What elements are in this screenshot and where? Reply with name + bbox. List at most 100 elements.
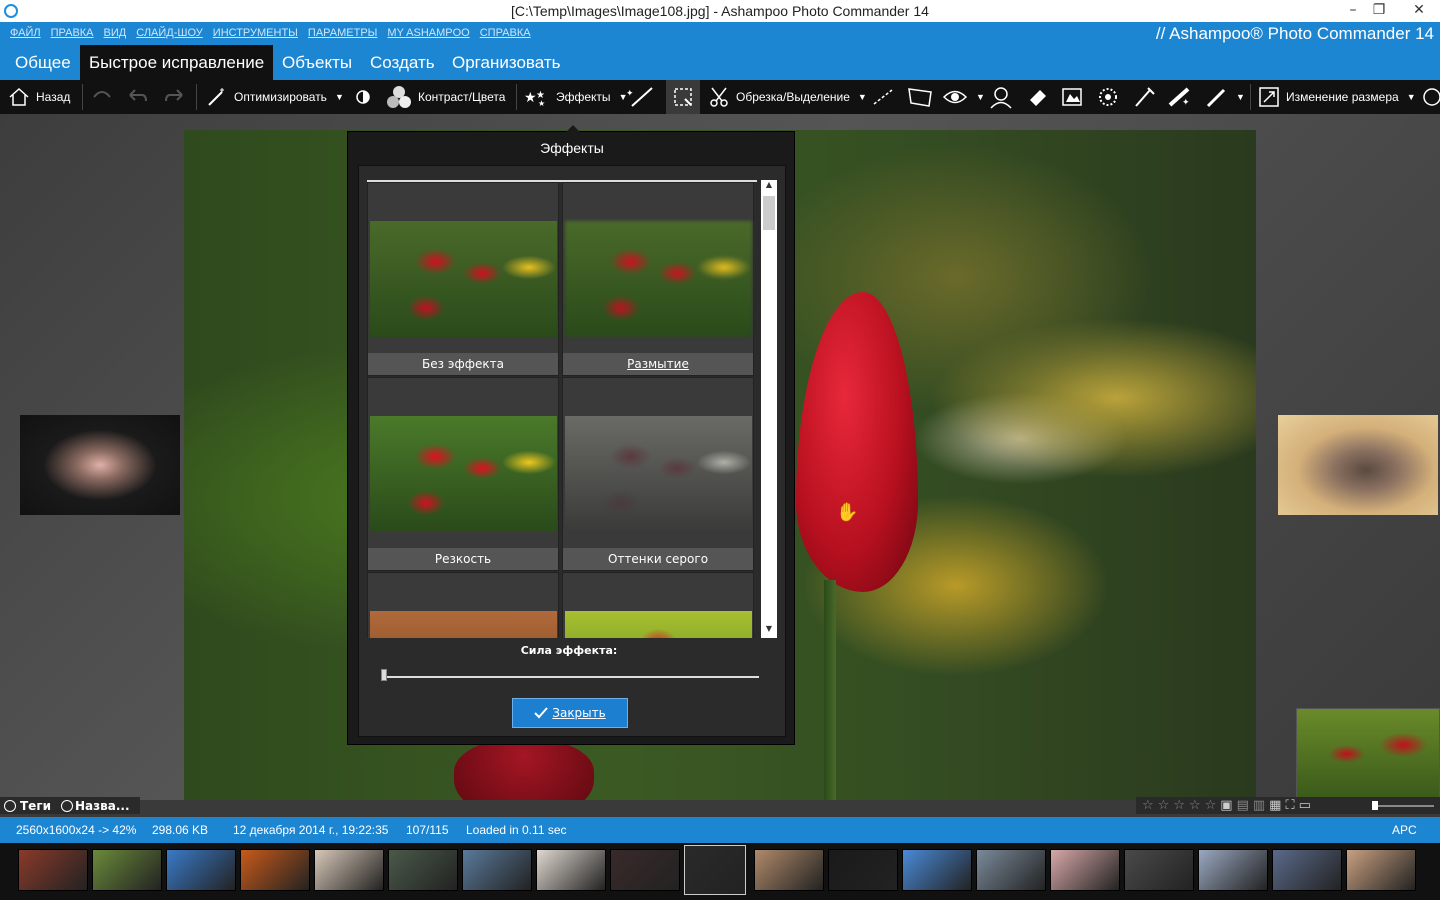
strength-slider[interactable] xyxy=(383,676,759,678)
red-eye-button[interactable]: ▼ xyxy=(942,80,985,114)
zoom-slider-knob[interactable] xyxy=(1372,801,1378,810)
scrollbar-thumb[interactable] xyxy=(763,196,775,230)
contrast-colors-button[interactable]: Контраст/Цвета xyxy=(386,80,505,114)
eraser-icon xyxy=(1030,90,1046,106)
crop-selection-button[interactable]: Обрезка/Выделение ▼ xyxy=(708,80,867,114)
tab-objects[interactable]: Объекты xyxy=(273,45,361,80)
filmstrip-thumb[interactable] xyxy=(1272,849,1342,891)
eraser-button[interactable] xyxy=(1026,80,1048,114)
menu-help[interactable]: СПРАВКА xyxy=(480,27,531,39)
optimize-button[interactable]: Оптимизировать ▼ xyxy=(206,80,344,114)
effect-tile-none[interactable]: Без эффекта xyxy=(367,182,559,376)
status-apc[interactable]: APC xyxy=(1392,823,1417,837)
chevron-down-icon: ▼ xyxy=(976,92,985,102)
filmstrip-thumb[interactable] xyxy=(462,849,532,891)
effects-button[interactable]: ★ ★ ★ Эффекты ▼ xyxy=(524,80,627,114)
undo-button[interactable] xyxy=(126,80,150,114)
stamp-button[interactable] xyxy=(1060,80,1084,114)
effect-tile-vivid[interactable] xyxy=(562,572,754,638)
star-3-icon[interactable]: ☆ xyxy=(1173,798,1185,813)
restore-icon[interactable]: ❐ xyxy=(1364,0,1394,22)
menu-edit[interactable]: ПРАВКА xyxy=(51,27,94,39)
status-dimensions: 2560x1600x24 -> 42% xyxy=(16,823,137,837)
resize-button[interactable]: Изменение размера ▼ xyxy=(1258,80,1416,114)
tags-label[interactable]: Теги xyxy=(20,799,51,813)
previous-image-thumbnail[interactable] xyxy=(20,415,180,515)
strength-slider-knob[interactable] xyxy=(381,669,387,681)
color-splash-button[interactable] xyxy=(1096,80,1120,114)
perspective-button[interactable] xyxy=(906,80,934,114)
tags-radio[interactable] xyxy=(4,799,16,812)
healing-button[interactable]: ✦ xyxy=(1166,80,1194,114)
menu-bar: ФАЙЛ ПРАВКА ВИД СЛАЙД-ШОУ ИНСТРУМЕНТЫ ПА… xyxy=(0,22,1440,45)
magic-brush-button[interactable]: ✦ xyxy=(626,80,654,114)
effect-tile-sharpen[interactable]: Резкость xyxy=(367,377,559,571)
brightness-button[interactable] xyxy=(352,80,374,114)
menu-file[interactable]: ФАЙЛ xyxy=(10,27,41,39)
back-button[interactable]: Назад xyxy=(8,80,70,114)
filmstrip-thumb[interactable] xyxy=(1124,849,1194,891)
name-label[interactable]: Назва... xyxy=(75,799,129,813)
monitor-icon[interactable]: ▭ xyxy=(1299,798,1311,813)
next-image-thumbnail[interactable] xyxy=(1278,415,1438,515)
scroll-down-icon[interactable]: ▼ xyxy=(761,624,777,638)
straighten-button[interactable] xyxy=(870,80,896,114)
tab-general[interactable]: Общее xyxy=(6,45,80,80)
filmstrip-thumb[interactable] xyxy=(754,849,824,891)
filmstrip-thumb[interactable] xyxy=(166,849,236,891)
tab-create[interactable]: Создать xyxy=(361,45,444,80)
menu-settings[interactable]: ПАРАМЕТРЫ xyxy=(308,27,377,39)
redo-icon xyxy=(165,89,183,102)
scroll-up-icon[interactable]: ▲ xyxy=(761,180,777,194)
resize-icon xyxy=(1259,87,1279,107)
star-5-icon[interactable]: ☆ xyxy=(1205,798,1217,813)
window-title: [C:\Temp\Images\Image108.jpg] - Ashampoo… xyxy=(511,3,929,19)
redo-button[interactable] xyxy=(162,80,186,114)
filmstrip-thumb[interactable] xyxy=(536,849,606,891)
filmstrip-thumb[interactable] xyxy=(1198,849,1268,891)
retouch-button[interactable] xyxy=(988,80,1014,114)
filmstrip-thumb[interactable] xyxy=(18,849,88,891)
filmstrip-thumb[interactable] xyxy=(828,849,898,891)
effect-tile-blur[interactable]: Размытие xyxy=(562,182,754,376)
filmstrip-thumb[interactable] xyxy=(92,849,162,891)
star-2-icon[interactable]: ☆ xyxy=(1158,798,1170,813)
pen-tool-button[interactable]: ▼ xyxy=(1204,80,1245,114)
menu-view[interactable]: ВИД xyxy=(104,27,127,39)
view-mode-2-icon[interactable]: ▤ xyxy=(1237,798,1249,813)
effect-tile-sepia[interactable] xyxy=(367,572,559,638)
chevron-down-icon: ▼ xyxy=(1406,92,1416,102)
tab-quick-fix[interactable]: Быстрое исправление xyxy=(80,45,274,80)
view-mode-1-icon[interactable]: ▣ xyxy=(1220,798,1232,813)
filmstrip-thumb[interactable] xyxy=(902,849,972,891)
selection-tool-button[interactable] xyxy=(666,80,700,114)
preview-navigator[interactable] xyxy=(1296,708,1440,800)
name-radio[interactable] xyxy=(61,799,74,812)
view-mode-3-icon[interactable]: ▥ xyxy=(1253,798,1265,813)
strength-label: Сила эффекта: xyxy=(520,644,618,657)
filmstrip-thumb[interactable] xyxy=(240,849,310,891)
star-1-icon[interactable]: ☆ xyxy=(1142,798,1154,813)
filmstrip-thumb-current[interactable] xyxy=(684,845,746,895)
menu-slideshow[interactable]: СЛАЙД-ШОУ xyxy=(136,27,203,39)
effects-scrollbar[interactable]: ▲ ▼ xyxy=(761,180,777,638)
filmstrip-thumb[interactable] xyxy=(1050,849,1120,891)
rotate-button[interactable] xyxy=(1420,80,1440,114)
filmstrip-thumb[interactable] xyxy=(1346,849,1416,891)
filmstrip-thumb[interactable] xyxy=(314,849,384,891)
filmstrip-thumb[interactable] xyxy=(976,849,1046,891)
view-mode-4-icon[interactable]: ▦ xyxy=(1269,798,1281,813)
fullscreen-icon[interactable]: ⛶ xyxy=(1285,798,1294,813)
filmstrip-thumb[interactable] xyxy=(388,849,458,891)
effect-tile-grayscale[interactable]: Оттенки серого xyxy=(562,377,754,571)
tab-organize[interactable]: Организовать xyxy=(443,45,569,80)
menu-my-ashampoo[interactable]: MY ASHAMPOO xyxy=(387,27,469,39)
filmstrip-thumb[interactable] xyxy=(610,849,680,891)
star-4-icon[interactable]: ☆ xyxy=(1189,798,1201,813)
brush-button[interactable] xyxy=(1132,80,1156,114)
menu-tools[interactable]: ИНСТРУМЕНТЫ xyxy=(213,27,298,39)
undo-all-button[interactable] xyxy=(90,80,114,114)
close-icon[interactable]: ✕ xyxy=(1404,0,1434,22)
close-button[interactable]: Закрыть xyxy=(512,698,628,728)
zoom-slider[interactable] xyxy=(1372,805,1434,807)
